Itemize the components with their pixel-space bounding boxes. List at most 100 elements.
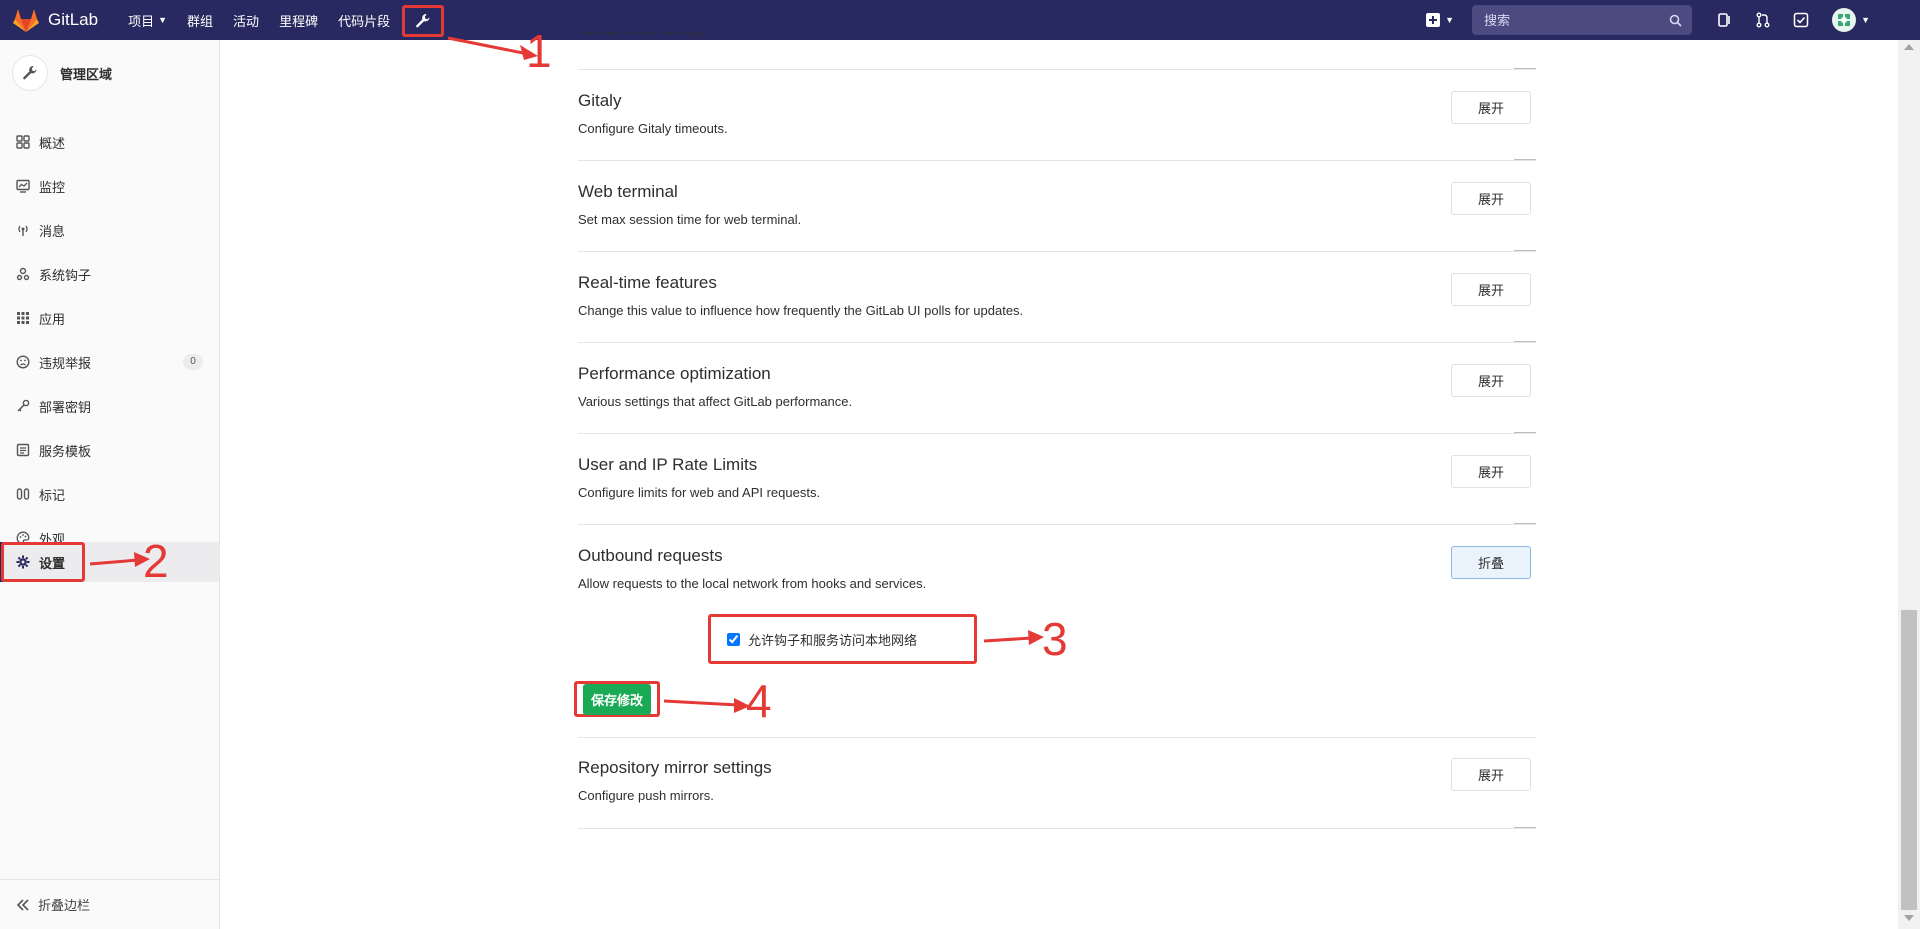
expand-repository-mirror-button[interactable]: 展开 — [1451, 758, 1531, 791]
settings-section-performance: Performance optimization Various setting… — [578, 364, 1536, 409]
section-divider — [578, 828, 1536, 829]
section-description: Change this value to influence how frequ… — [578, 303, 1024, 318]
expand-performance-button[interactable]: 展开 — [1451, 364, 1531, 397]
new-dropdown-button[interactable]: ▼ — [1425, 12, 1454, 28]
nav-projects[interactable]: 项目 ▼ — [128, 11, 167, 30]
chevron-down-icon: ▼ — [158, 15, 168, 25]
section-divider-tick — [1514, 68, 1536, 69]
sidebar-item-label: 部署密钥 — [39, 399, 92, 415]
admin-area-header[interactable]: 管理区域 — [0, 48, 219, 98]
save-changes-button[interactable]: 保存修改 — [582, 683, 651, 715]
sidebar-item-label: 监控 — [39, 179, 66, 195]
sidebar-item-label: 服务模板 — [39, 443, 92, 459]
wrench-icon — [416, 14, 430, 28]
section-divider — [578, 251, 1536, 252]
nav-groups[interactable]: 群组 — [187, 11, 213, 30]
applications-icon — [15, 310, 31, 326]
nav-groups-label: 群组 — [187, 13, 214, 29]
collapse-outbound-requests-button[interactable]: 折叠 — [1451, 546, 1531, 579]
expand-rate-limits-button[interactable]: 展开 — [1451, 455, 1531, 488]
annotation-number-2: 2 — [143, 535, 169, 587]
monitoring-icon — [15, 178, 31, 194]
annotation-number-4: 4 — [746, 675, 772, 727]
nav-projects-label: 项目 — [128, 13, 155, 29]
nav-milestones-label: 里程碑 — [279, 13, 319, 29]
settings-section-real-time: Real-time features Change this value to … — [578, 273, 1536, 318]
annotation-arrow-3 — [983, 630, 1044, 645]
merge-requests-nav-button[interactable] — [1752, 9, 1774, 31]
admin-area-avatar — [12, 55, 48, 91]
settings-section-rate-limits: User and IP Rate Limits Configure limits… — [578, 455, 1536, 500]
navbar-right: ▼ 搜索 ▼ — [1425, 0, 1920, 40]
section-divider-tick — [1514, 341, 1536, 342]
section-divider — [578, 342, 1536, 343]
collapse-sidebar-label: 折叠边栏 — [38, 898, 91, 913]
section-description: Allow requests to the local network from… — [578, 576, 927, 591]
template-icon — [15, 442, 31, 458]
save-changes-button-highlight: 保存修改 — [574, 681, 660, 717]
expand-real-time-button[interactable]: 展开 — [1451, 273, 1531, 306]
page-scrollbar[interactable] — [1898, 40, 1920, 929]
allow-local-requests-checkbox[interactable] — [727, 632, 740, 646]
section-divider-tick — [1514, 159, 1536, 160]
section-description: Configure push mirrors. — [578, 788, 714, 803]
gitlab-brand-name: GitLab — [48, 10, 99, 29]
admin-area-button[interactable] — [402, 5, 444, 37]
sidebar-item-service-templates[interactable]: 服务模板 — [0, 430, 219, 470]
section-divider-tick — [1514, 432, 1536, 433]
issues-icon — [1718, 13, 1730, 27]
hook-icon — [15, 266, 31, 282]
section-divider-tick — [1514, 827, 1536, 828]
user-menu[interactable]: ▼ — [1832, 8, 1870, 32]
allow-local-requests-option: 允许钩子和服务访问本地网络 — [708, 614, 977, 664]
sidebar-item-label: 标记 — [39, 487, 66, 503]
gitlab-home-link[interactable]: GitLab — [12, 7, 98, 33]
section-description: Configure limits for web and API request… — [578, 485, 821, 500]
section-divider — [578, 737, 1536, 738]
admin-sidebar: 管理区域 概述 监控 消息 系统钩子 应用 违规举报 0 部署密钥 服务模板 标… — [0, 40, 220, 929]
sidebar-item-messages[interactable]: 消息 — [0, 210, 219, 250]
section-description: Set max session time for web terminal. — [578, 212, 802, 227]
abuse-reports-count-badge: 0 — [183, 354, 203, 370]
nav-activity[interactable]: 活动 — [233, 11, 259, 30]
sidebar-item-overview[interactable]: 概述 — [0, 122, 219, 162]
section-title: Real-time features — [578, 273, 717, 292]
issues-nav-button[interactable] — [1714, 9, 1736, 31]
annotation-number-3: 3 — [1042, 613, 1068, 665]
scroll-down-arrow-icon[interactable] — [1904, 915, 1914, 921]
section-divider — [578, 160, 1536, 161]
todo-check-icon — [1793, 12, 1809, 28]
nav-snippets[interactable]: 代码片段 — [338, 11, 390, 30]
search-icon — [1669, 14, 1682, 27]
sidebar-item-label: 概述 — [39, 135, 66, 151]
sidebar-item-abuse-reports[interactable]: 违规举报 0 — [0, 342, 219, 382]
todos-nav-button[interactable] — [1790, 9, 1812, 31]
sidebar-item-deploy-keys[interactable]: 部署密钥 — [0, 386, 219, 426]
scroll-up-arrow-icon[interactable] — [1904, 44, 1914, 50]
sidebar-item-system-hooks[interactable]: 系统钩子 — [0, 254, 219, 294]
plus-square-icon — [1426, 13, 1441, 27]
sidebar-item-monitoring[interactable]: 监控 — [0, 166, 219, 206]
chevron-down-icon: ▼ — [1861, 15, 1870, 25]
search-input[interactable] — [1482, 11, 1670, 29]
settings-section-gitaly: Gitaly Configure Gitaly timeouts. — [578, 91, 1536, 136]
double-chevron-left-icon — [16, 898, 30, 912]
section-divider — [578, 69, 1536, 70]
settings-section-outbound-requests: Outbound requests Allow requests to the … — [578, 546, 1536, 591]
key-icon — [15, 398, 31, 414]
expand-gitaly-button[interactable]: 展开 — [1451, 91, 1531, 124]
merge-request-icon — [1756, 12, 1770, 28]
overview-icon — [15, 134, 31, 150]
sidebar-item-label: 应用 — [39, 311, 66, 327]
sidebar-item-applications[interactable]: 应用 — [0, 298, 219, 338]
expand-web-terminal-button[interactable]: 展开 — [1451, 182, 1531, 215]
nav-milestones[interactable]: 里程碑 — [279, 11, 318, 30]
section-divider-tick — [1514, 523, 1536, 524]
sidebar-item-label: 消息 — [39, 223, 66, 239]
annotation-highlight-settings — [1, 542, 85, 582]
scrollbar-thumb[interactable] — [1901, 610, 1917, 910]
collapse-sidebar-button[interactable]: 折叠边栏 — [0, 879, 219, 929]
sidebar-item-labels[interactable]: 标记 — [0, 474, 219, 514]
section-title: Repository mirror settings — [578, 758, 772, 777]
email-settings-desc-cutoff: Various email settings. — [578, 32, 708, 44]
